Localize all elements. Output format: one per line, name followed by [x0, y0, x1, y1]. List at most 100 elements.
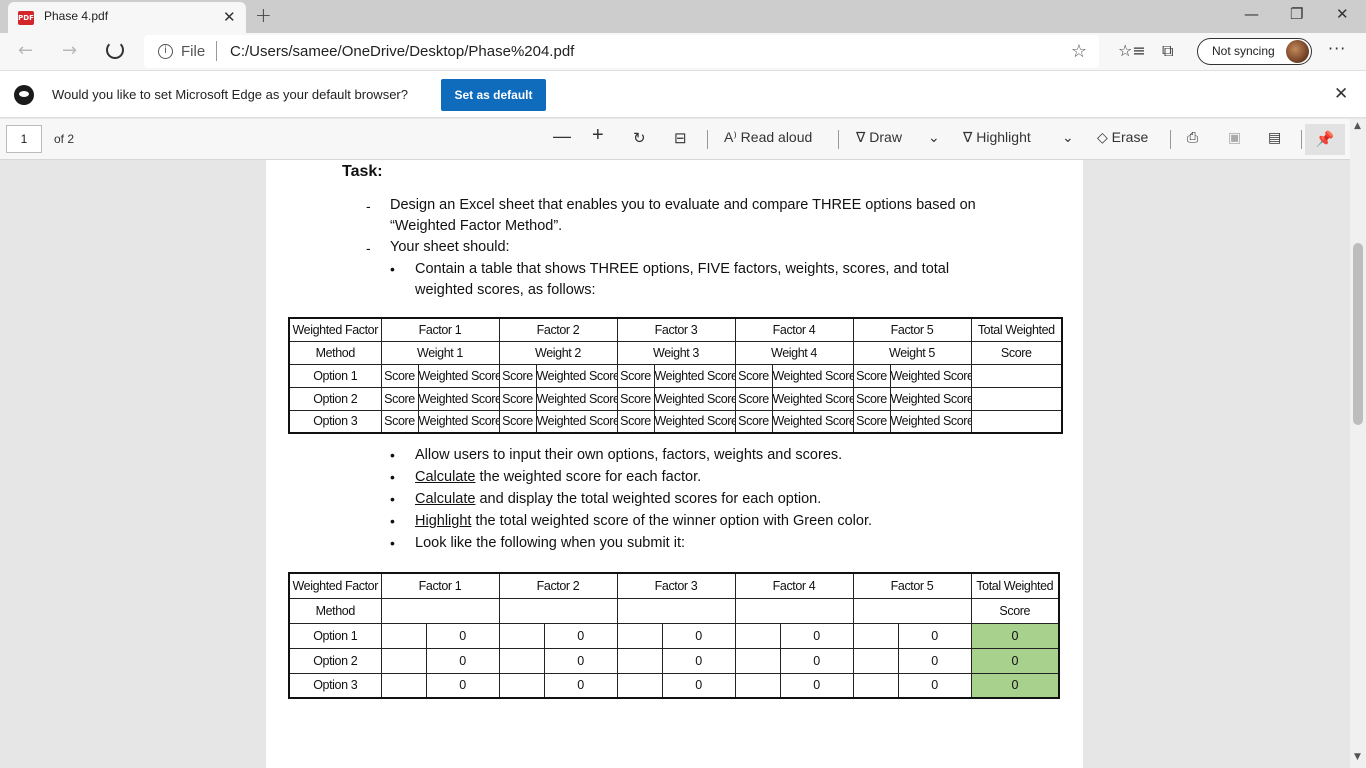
score-cell: Score	[616, 409, 655, 434]
infobar-message: Would you like to set Microsoft Edge as …	[52, 87, 408, 102]
weight-header: Weight 5	[852, 340, 972, 365]
bullet-text: Highlight the total weighted score of th…	[415, 513, 872, 529]
pdf-viewer[interactable]: Task: - Design an Excel sheet that enabl…	[0, 160, 1366, 768]
tab-close-icon[interactable]: ✕	[223, 8, 236, 26]
favorite-star-icon[interactable]: ☆	[1071, 41, 1087, 62]
zoom-out-icon[interactable]: —	[553, 126, 571, 147]
total-cell	[970, 363, 1063, 388]
print-icon[interactable]: ⎙	[1187, 129, 1198, 146]
option-label: Option 2	[288, 647, 382, 674]
fit-page-icon[interactable]: ⊟	[674, 129, 687, 147]
option-label: Option 1	[288, 622, 382, 649]
example-table-result: Weighted Factor Factor 1 Factor 2 Factor…	[288, 572, 1060, 699]
score-cell: Score	[852, 363, 891, 388]
bullet-text: Calculate the weighted score for each fa…	[415, 469, 701, 485]
total-cell: 0	[970, 622, 1060, 649]
factor-header: Factor 5	[852, 572, 972, 599]
save-as-icon[interactable]: ▤	[1268, 129, 1281, 146]
weighted-score-cell: Weighted Score	[535, 363, 618, 388]
toolbar-divider	[1301, 130, 1302, 149]
weighted-score-cell: Weighted Score	[653, 363, 736, 388]
zoom-in-icon[interactable]: +	[592, 124, 604, 147]
weighted-score-cell: Weighted Score	[771, 363, 854, 388]
refresh-icon[interactable]	[106, 41, 124, 59]
close-window-icon[interactable]: ✕	[1336, 5, 1349, 23]
total-cell: 0	[970, 647, 1060, 674]
browser-tab[interactable]: PDF Phase 4.pdf ✕	[8, 2, 246, 33]
weight-header: Weight 2	[498, 340, 618, 365]
scroll-down-icon[interactable]: ▼	[1354, 752, 1361, 762]
score-cell: Score	[616, 363, 655, 388]
pin-toolbar-icon[interactable]: 📌	[1305, 124, 1345, 155]
factor-header: Factor 1	[380, 317, 500, 342]
weighted-score-cell: 0	[779, 622, 854, 649]
forward-icon[interactable]: →	[62, 40, 77, 61]
scrollbar-thumb[interactable]	[1353, 243, 1363, 425]
weighted-score-cell: 0	[425, 672, 500, 699]
underlined-word: Calculate	[415, 491, 476, 507]
score-cell: Score	[498, 409, 537, 434]
address-bar[interactable]: i File C:/Users/samee/OneDrive/Desktop/P…	[144, 35, 1099, 68]
edge-logo-icon	[14, 85, 34, 105]
page-count: of 2	[54, 132, 75, 146]
factor-header: Factor 2	[498, 317, 618, 342]
url-text[interactable]: C:/Users/samee/OneDrive/Desktop/Phase%20…	[230, 43, 574, 60]
info-icon[interactable]: i	[158, 44, 173, 59]
weight-cell	[498, 597, 618, 624]
scroll-up-icon[interactable]: ▲	[1354, 121, 1361, 131]
score-cell	[852, 647, 899, 674]
score-cell	[852, 672, 899, 699]
draw-options-chevron-icon[interactable]: ⌄	[928, 129, 940, 146]
bullet-marker: •	[390, 447, 395, 463]
corner-header: Weighted Factor	[288, 317, 382, 342]
toolbar-divider	[838, 130, 839, 149]
address-row: ← → i File C:/Users/samee/OneDrive/Deskt…	[0, 33, 1366, 70]
read-aloud-button[interactable]: A⁾ Read aloud	[724, 129, 812, 146]
weighted-score-cell: 0	[543, 647, 618, 674]
highlight-button[interactable]: ∇ Highlight	[963, 129, 1031, 146]
more-menu-icon[interactable]: ···	[1328, 39, 1346, 58]
save-icon[interactable]: ▣	[1228, 129, 1241, 146]
highlight-icon: ∇	[963, 129, 977, 145]
page-number-input[interactable]: 1	[6, 125, 42, 153]
url-scheme-label: File	[181, 43, 206, 60]
infobar-close-icon[interactable]: ✕	[1334, 84, 1348, 104]
collections-icon[interactable]: ⧉	[1162, 41, 1173, 61]
set-as-default-button[interactable]: Set as default	[441, 79, 546, 111]
draw-button[interactable]: ∇ Draw	[856, 129, 902, 146]
score-cell	[616, 672, 663, 699]
new-tab-icon[interactable]: +	[255, 3, 272, 27]
profile-sync-button[interactable]: Not syncing	[1197, 38, 1312, 65]
option-label: Option 3	[288, 672, 382, 699]
option-label: Option 2	[288, 386, 382, 411]
highlight-options-chevron-icon[interactable]: ⌄	[1062, 129, 1074, 146]
weighted-score-cell: 0	[779, 672, 854, 699]
weighted-score-cell: Weighted Score	[417, 386, 500, 411]
score-cell: Score	[852, 409, 891, 434]
vertical-scrollbar[interactable]: ▲ ▼	[1350, 119, 1366, 768]
rotate-icon[interactable]: ↻	[633, 129, 646, 147]
score-cell: Score	[734, 386, 773, 411]
minimize-icon[interactable]: —	[1244, 5, 1259, 23]
weighted-score-cell: Weighted Score	[653, 409, 736, 434]
tab-title: Phase 4.pdf	[44, 9, 109, 23]
weighted-score-cell: Weighted Score	[535, 386, 618, 411]
weight-header: Weight 3	[616, 340, 736, 365]
score-cell: Score	[380, 386, 419, 411]
score-cell: Score	[734, 363, 773, 388]
score-cell	[498, 622, 545, 649]
bullet-marker: •	[390, 261, 395, 277]
restore-icon[interactable]: ❐	[1290, 5, 1303, 23]
factor-header: Factor 4	[734, 317, 854, 342]
erase-button[interactable]: ◇ Erase	[1097, 129, 1148, 146]
bullet-text: Calculate and display the total weighted…	[415, 491, 821, 507]
score-cell: Score	[498, 363, 537, 388]
bullet-marker: •	[390, 491, 395, 507]
total-cell	[970, 409, 1063, 434]
option-label: Option 3	[288, 409, 382, 434]
score-cell	[734, 672, 781, 699]
favorites-icon[interactable]: ☆≡	[1118, 41, 1146, 60]
dash-marker: -	[366, 240, 371, 256]
weighted-score-cell: Weighted Score	[417, 363, 500, 388]
back-icon[interactable]: ←	[18, 40, 33, 61]
